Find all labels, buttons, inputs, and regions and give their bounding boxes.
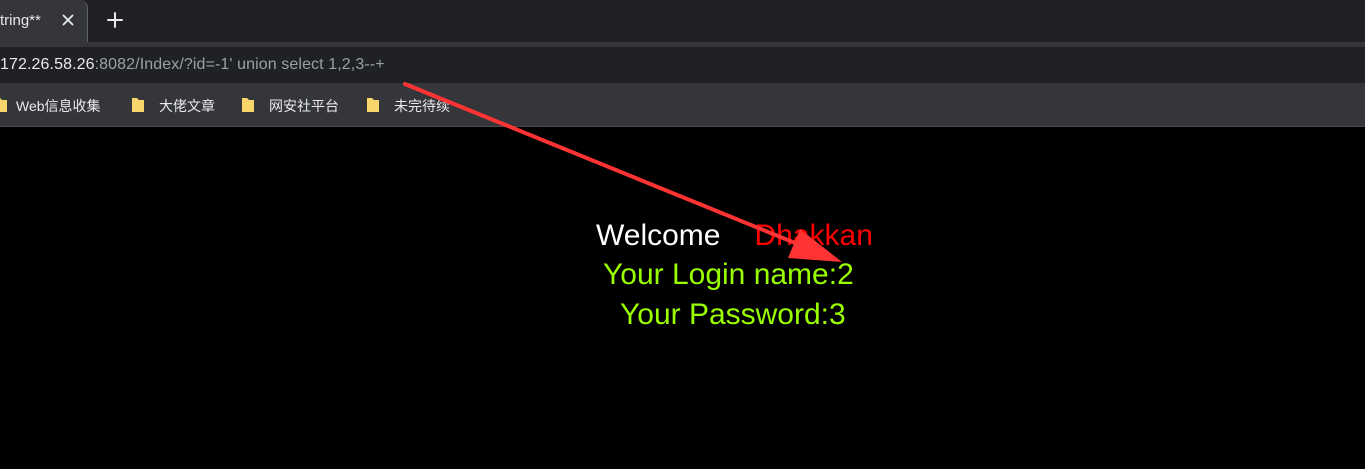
password-line: Your Password:3 xyxy=(620,298,846,331)
tab-strip: tring** xyxy=(0,0,1365,42)
bookmark-label: Web信息收集 xyxy=(16,98,101,114)
welcome-text: Welcome xyxy=(596,219,721,252)
bookmark-label: 大佬文章 xyxy=(159,98,215,114)
browser-window: tring** 172.26.58.26:8082/Index/?id=-1' … xyxy=(0,0,1365,469)
bookmark-item[interactable]: 未完待续 xyxy=(366,95,461,115)
address-bar[interactable]: 172.26.58.26:8082/Index/?id=-1' union se… xyxy=(0,47,1365,83)
folder-icon xyxy=(131,96,145,113)
welcome-line: Welcome Dhakkan xyxy=(596,219,873,253)
tab-title: tring** xyxy=(0,12,41,29)
folder-icon xyxy=(366,96,380,113)
url-text[interactable]: 172.26.58.26:8082/Index/?id=-1' union se… xyxy=(0,56,385,74)
close-icon[interactable] xyxy=(60,12,76,28)
page-content: Welcome Dhakkan Your Login name:2 Your Pa… xyxy=(0,128,1365,469)
browser-tab[interactable]: tring** xyxy=(0,0,88,42)
bookmarks-bar: Web信息收集 大佬文章 网安社平台 未完待续 xyxy=(0,83,1365,127)
bookmark-item[interactable]: 网安社平台 xyxy=(241,95,351,115)
bookmark-item[interactable]: 大佬文章 xyxy=(131,95,226,115)
url-host: 172.26.58.26 xyxy=(0,56,95,73)
user-name: Dhakkan xyxy=(754,219,873,252)
folder-icon xyxy=(0,96,8,113)
folder-icon xyxy=(241,96,255,113)
plus-icon[interactable] xyxy=(106,11,124,29)
bookmark-item[interactable]: Web信息收集 xyxy=(0,95,114,115)
bookmark-label: 未完待续 xyxy=(394,98,450,114)
toolbar: 172.26.58.26:8082/Index/?id=-1' union se… xyxy=(0,42,1365,83)
login-name-line: Your Login name:2 xyxy=(603,258,854,291)
bookmark-label: 网安社平台 xyxy=(269,98,339,114)
url-path: :8082/Index/?id=-1' union select 1,2,3--… xyxy=(94,56,385,73)
